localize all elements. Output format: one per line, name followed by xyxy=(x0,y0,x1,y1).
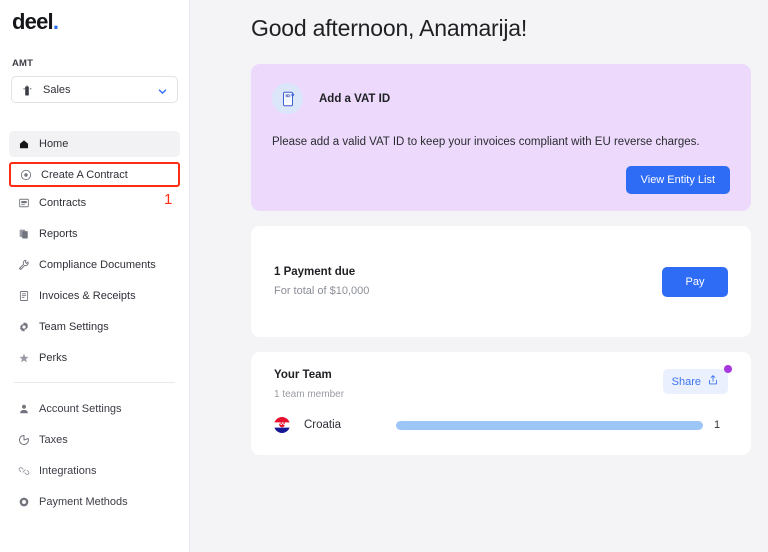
sidebar-item-create-a-contract[interactable]: Create A Contract xyxy=(9,162,180,187)
app-root: deel. AMT Sales Home Create A Contract C… xyxy=(0,0,768,552)
annotation-marker-1: 1 xyxy=(164,191,173,208)
invoice-document-icon xyxy=(17,290,30,303)
person-icon xyxy=(17,403,30,416)
payment-due-card: 1 Payment due For total of $10,000 Pay xyxy=(251,226,751,337)
sidebar-item-label: Perks xyxy=(39,352,68,364)
team-country-row: Croatia 1 xyxy=(274,417,728,433)
payment-due-subtitle: For total of $10,000 xyxy=(274,285,370,297)
sidebar-item-perks[interactable]: Perks xyxy=(9,345,180,371)
reports-copy-icon xyxy=(17,228,30,241)
your-team-title: Your Team xyxy=(274,369,332,381)
secondary-navigation: Account Settings Taxes Integrations Paym… xyxy=(0,396,189,515)
org-selector[interactable]: Sales xyxy=(11,76,178,103)
gear-icon xyxy=(17,321,30,334)
sidebar-item-label: Taxes xyxy=(39,434,68,446)
your-team-subtitle: 1 team member xyxy=(274,389,345,400)
primary-navigation: Home Create A Contract Contracts Reports… xyxy=(0,131,189,371)
share-button-label: Share xyxy=(671,375,701,388)
wrench-icon xyxy=(17,259,30,272)
sidebar-item-integrations[interactable]: Integrations xyxy=(9,458,180,484)
team-count-bar-fill xyxy=(396,420,703,430)
star-icon xyxy=(17,352,30,365)
sidebar-item-team-settings[interactable]: Team Settings xyxy=(9,314,180,340)
pay-button[interactable]: Pay xyxy=(662,266,728,297)
sidebar-item-contracts[interactable]: Contracts xyxy=(9,190,180,216)
sidebar-item-invoices-and-receipts[interactable]: Invoices & Receipts xyxy=(9,283,180,309)
team-count-bar xyxy=(396,420,703,430)
sidebar-item-label: Team Settings xyxy=(39,321,109,333)
org-selected-value: Sales xyxy=(43,83,71,96)
sidebar-item-home[interactable]: Home xyxy=(9,131,180,157)
building-icon xyxy=(21,84,33,96)
sidebar-item-payment-methods[interactable]: Payment Methods xyxy=(9,489,180,515)
vat-banner-header: ID Add a VAT ID xyxy=(272,83,730,114)
page-title: Good afternoon, Anamarija! xyxy=(251,15,528,41)
your-team-card: Your Team 1 team member Share Croatia 1 xyxy=(251,352,751,455)
view-entity-list-button[interactable]: View Entity List xyxy=(625,166,730,194)
contract-icon xyxy=(17,197,30,210)
vat-banner: ID Add a VAT ID Please add a valid VAT I… xyxy=(251,64,751,211)
logo-text: deel xyxy=(12,9,54,34)
vat-banner-title: Add a VAT ID xyxy=(319,92,391,105)
org-label: AMT xyxy=(12,58,34,69)
payment-due-title: 1 Payment due xyxy=(274,266,356,278)
sidebar: deel. AMT Sales Home Create A Contract C… xyxy=(0,0,190,552)
main-content: Good afternoon, Anamarija! ID Add a VAT … xyxy=(190,0,768,552)
chevron-down-icon xyxy=(157,84,168,95)
sidebar-item-label: Account Settings xyxy=(39,403,122,415)
logo-dot: . xyxy=(52,9,59,34)
sidebar-item-label: Payment Methods xyxy=(39,496,128,508)
team-country-count: 1 xyxy=(714,419,721,431)
sidebar-item-label: Contracts xyxy=(39,197,87,209)
sidebar-item-label: Create A Contract xyxy=(41,168,128,181)
payment-due-text: 1 Payment due For total of $10,000 xyxy=(274,266,369,297)
home-icon xyxy=(17,138,30,151)
sidebar-item-label: Compliance Documents xyxy=(39,259,156,271)
sidebar-item-taxes[interactable]: Taxes xyxy=(9,427,180,453)
link-chain-icon xyxy=(17,465,30,478)
your-team-header: Your Team 1 team member Share xyxy=(274,365,732,400)
vat-banner-message: Please add a valid VAT ID to keep your i… xyxy=(272,136,700,148)
sidebar-item-account-settings[interactable]: Account Settings xyxy=(9,396,180,422)
target-circle-icon xyxy=(19,168,32,181)
sidebar-item-label: Home xyxy=(39,138,69,150)
circle-ring-icon xyxy=(17,496,30,509)
sidebar-item-label: Invoices & Receipts xyxy=(39,290,136,302)
share-upload-icon xyxy=(707,374,719,389)
content-column: ID Add a VAT ID Please add a valid VAT I… xyxy=(190,64,768,455)
your-team-titles: Your Team 1 team member xyxy=(274,369,344,400)
share-button[interactable]: Share xyxy=(662,365,732,394)
sidebar-item-compliance-documents[interactable]: Compliance Documents xyxy=(9,252,180,278)
sidebar-item-label: Integrations xyxy=(39,465,97,477)
sidebar-item-label: Reports xyxy=(39,228,78,240)
team-country-name: Croatia xyxy=(304,419,342,431)
sidebar-divider xyxy=(14,382,175,383)
deel-logo[interactable]: deel. xyxy=(0,0,189,33)
sidebar-item-reports[interactable]: Reports xyxy=(9,221,180,247)
croatia-flag-icon xyxy=(274,417,290,433)
id-document-icon: ID xyxy=(272,83,303,114)
svg-text:ID: ID xyxy=(286,93,290,97)
share-notification-dot xyxy=(724,365,732,373)
vat-banner-actions: View Entity List xyxy=(272,166,730,194)
pie-chart-icon xyxy=(17,434,30,447)
